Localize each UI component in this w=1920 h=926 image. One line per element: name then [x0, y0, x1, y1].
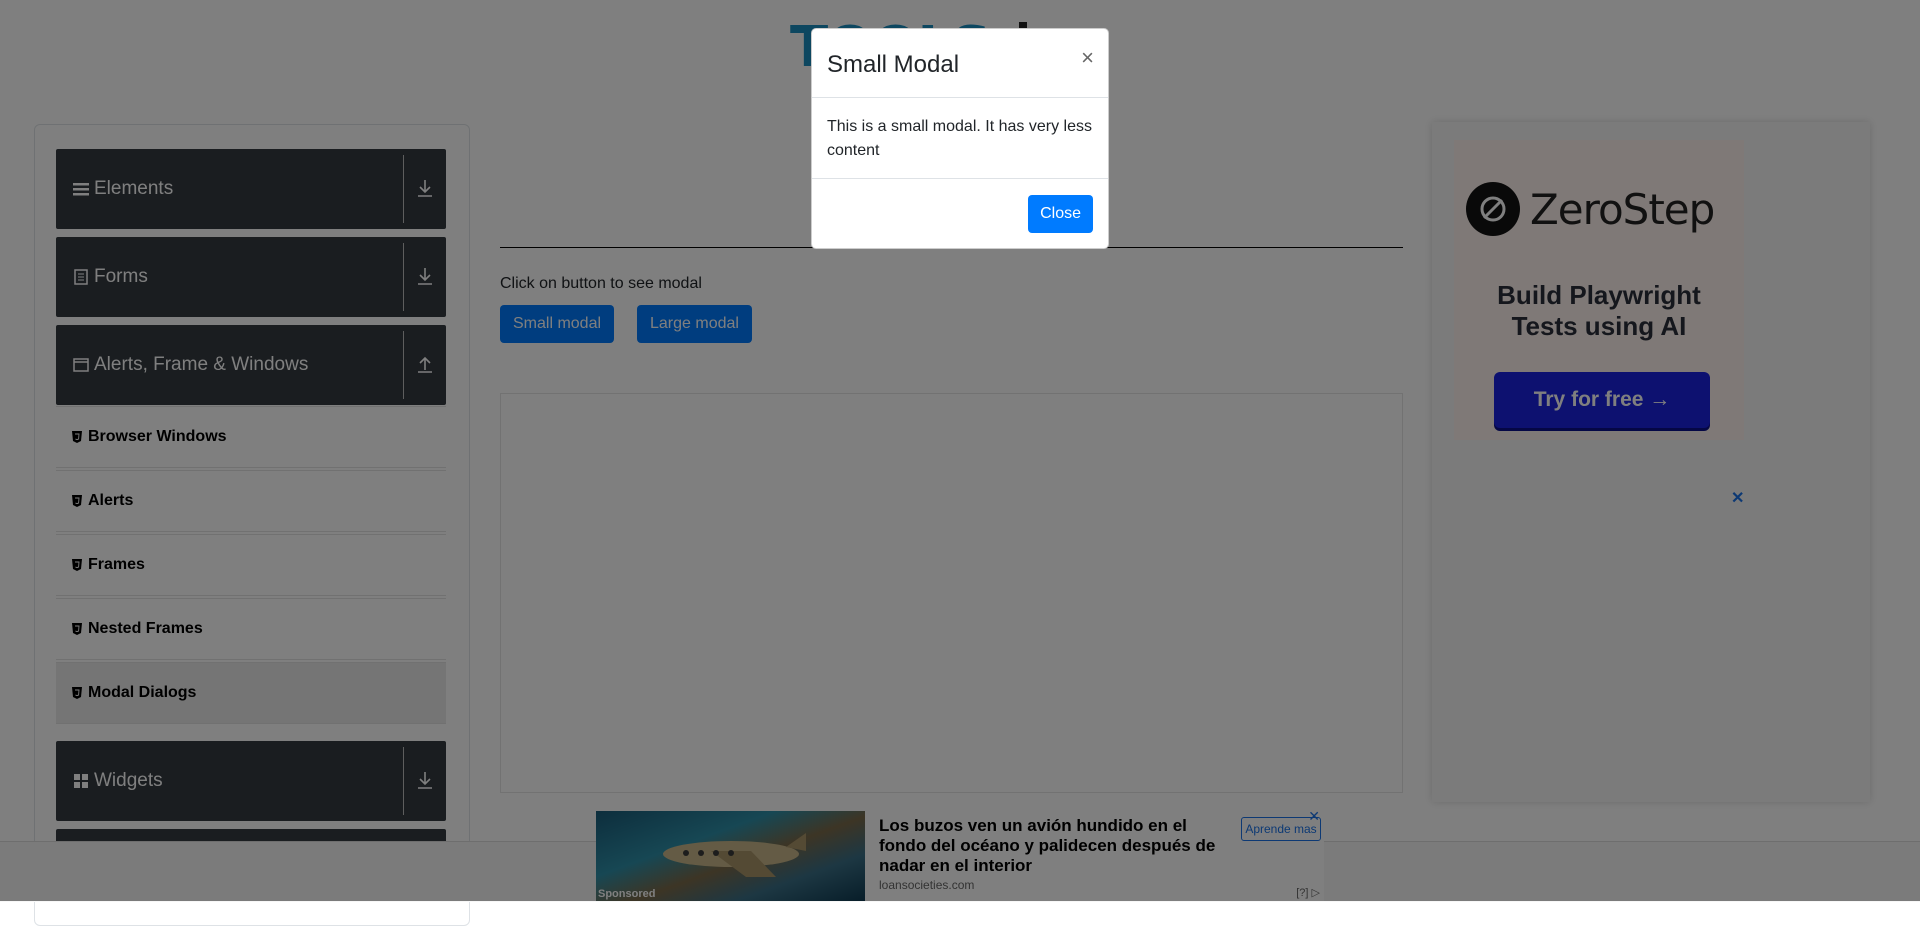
modal-close-button[interactable]: Close: [1028, 195, 1093, 233]
modal-header: Small Modal ×: [812, 29, 1108, 98]
modal-footer: Close: [812, 178, 1108, 249]
small-modal-dialog: Small Modal × This is a small modal. It …: [811, 28, 1109, 249]
modal-body-text: This is a small modal. It has very less …: [827, 118, 1092, 159]
modal-title: Small Modal: [827, 51, 960, 78]
modal-close-icon[interactable]: ×: [1081, 47, 1094, 69]
